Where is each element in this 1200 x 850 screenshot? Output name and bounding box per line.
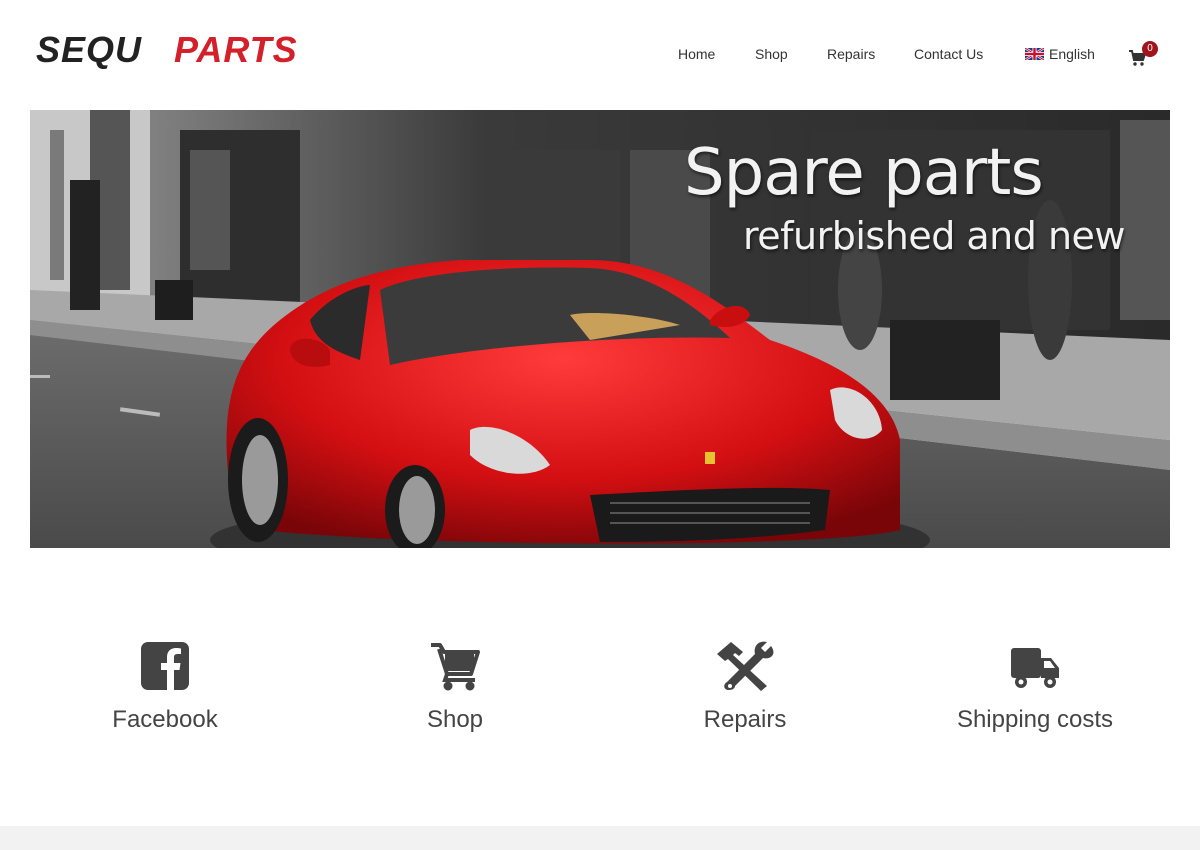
nav-contact-us[interactable]: Contact Us [914, 46, 983, 62]
main-nav: Home Shop Repairs Contact Us English [0, 44, 1200, 66]
hero-subtitle: refurbished and new [743, 214, 1126, 258]
hero-banner: Spare parts refurbished and new [30, 110, 1170, 548]
feature-label: Facebook [112, 706, 218, 733]
truck-icon [1011, 648, 1059, 688]
feature-shop[interactable]: Shop [310, 640, 600, 750]
facebook-icon [141, 642, 189, 690]
cart-icon [431, 643, 480, 691]
feature-facebook[interactable]: Facebook [20, 640, 310, 750]
feature-label: Repairs [703, 706, 787, 733]
feature-label: Shipping costs [956, 706, 1114, 733]
tools-icon [717, 641, 774, 691]
footer-band [0, 826, 1200, 850]
feature-label: Shop [426, 706, 484, 733]
uk-flag-icon [1025, 48, 1044, 60]
language-selector[interactable]: English [1025, 46, 1095, 62]
cart-count-badge: 0 [1142, 41, 1158, 57]
nav-shop[interactable]: Shop [755, 46, 788, 62]
nav-repairs[interactable]: Repairs [827, 46, 875, 62]
hero-title: Spare parts [684, 136, 1044, 210]
feature-shipping-costs[interactable]: Shipping costs [890, 640, 1180, 750]
language-label: English [1049, 46, 1095, 62]
nav-home[interactable]: Home [678, 46, 715, 62]
site-header: SEQU PARTS Home Shop Repairs Contact Us … [0, 0, 1200, 110]
feature-repairs[interactable]: Repairs [600, 640, 890, 750]
